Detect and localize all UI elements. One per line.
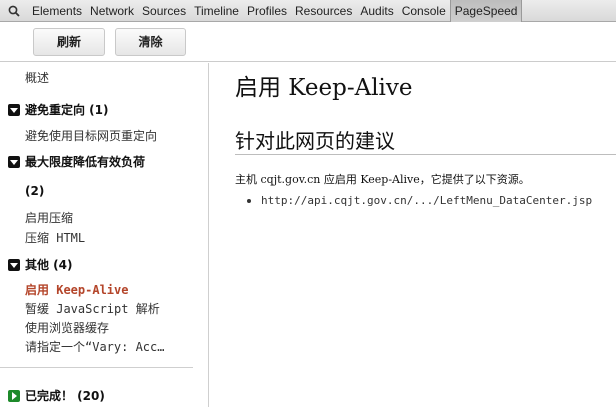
rule-detail-panel: 启用 Keep-Alive 针对此网页的建议 主机 cqjt.gov.cn 应启… — [210, 63, 616, 407]
group-label: 其他 (4) — [25, 258, 73, 272]
resource-url[interactable]: http://api.cqjt.gov.cn/.../LeftMenu_Data… — [261, 194, 592, 207]
sidebar-item-browser-caching[interactable]: 使用浏览器缓存 — [25, 319, 109, 336]
page-title: 启用 Keep-Alive — [235, 75, 413, 101]
sidebar-item-enable-keep-alive[interactable]: 启用 Keep-Alive — [25, 281, 128, 298]
group-label: 避免重定向 (1) — [25, 103, 109, 117]
sidebar-divider — [0, 367, 193, 368]
group-count: (2) — [25, 184, 45, 198]
devtools-tab-bar: Elements Network Sources Timeline Profil… — [0, 0, 616, 22]
triangle-down-icon[interactable] — [8, 155, 20, 168]
bullet-icon — [247, 198, 251, 203]
tab-console[interactable]: Console — [398, 0, 450, 22]
triangle-down-icon[interactable] — [8, 258, 20, 271]
group-other[interactable]: 其他 (4) — [8, 256, 73, 273]
group-label: 已完成！ (20) — [25, 389, 105, 403]
clear-button[interactable]: 清除 — [115, 28, 186, 56]
sidebar-item-minify-html[interactable]: 压缩 HTML — [25, 229, 85, 246]
search-icon[interactable] — [0, 0, 28, 22]
rules-sidebar: 概述 避免重定向 (1) 避免使用目标网页重定向 最大限度降低有效负荷 (2) … — [0, 63, 209, 407]
section-divider — [235, 154, 616, 155]
refresh-button[interactable]: 刷新 — [33, 28, 105, 56]
group-label: 最大限度降低有效负荷 — [25, 155, 146, 169]
tab-sources[interactable]: Sources — [138, 0, 190, 22]
sidebar-item-vary-header[interactable]: 请指定一个“Vary: Acc… — [25, 338, 164, 355]
pagespeed-toolbar: 刷新 清除 — [0, 23, 616, 62]
tab-profiles[interactable]: Profiles — [243, 0, 291, 22]
tab-network[interactable]: Network — [86, 0, 138, 22]
sidebar-item-avoid-landing-redirects[interactable]: 避免使用目标网页重定向 — [25, 127, 157, 144]
tab-resources[interactable]: Resources — [291, 0, 356, 22]
group-done[interactable]: 已完成！ (20) — [8, 387, 105, 404]
tab-audits[interactable]: Audits — [356, 0, 397, 22]
resource-list-item: http://api.cqjt.gov.cn/.../LeftMenu_Data… — [247, 194, 592, 207]
sidebar-item-overview[interactable]: 概述 — [25, 69, 49, 86]
tab-timeline[interactable]: Timeline — [190, 0, 243, 22]
sidebar-item-enable-compression[interactable]: 启用压缩 — [25, 209, 73, 226]
group-redirects[interactable]: 避免重定向 (1) — [8, 101, 109, 118]
tab-pagespeed[interactable]: PageSpeed — [449, 0, 523, 22]
section-title: 针对此网页的建议 — [235, 129, 395, 153]
group-payload[interactable]: 最大限度降低有效负荷 — [8, 153, 145, 170]
triangle-down-icon[interactable] — [8, 103, 20, 116]
tab-elements[interactable]: Elements — [28, 0, 86, 22]
rule-description: 主机 cqjt.gov.cn 应启用 Keep-Alive，它提供了以下资源。 — [235, 173, 530, 186]
triangle-right-icon[interactable] — [8, 389, 20, 402]
sidebar-item-defer-js-parsing[interactable]: 暂缓 JavaScript 解析 — [25, 300, 160, 317]
